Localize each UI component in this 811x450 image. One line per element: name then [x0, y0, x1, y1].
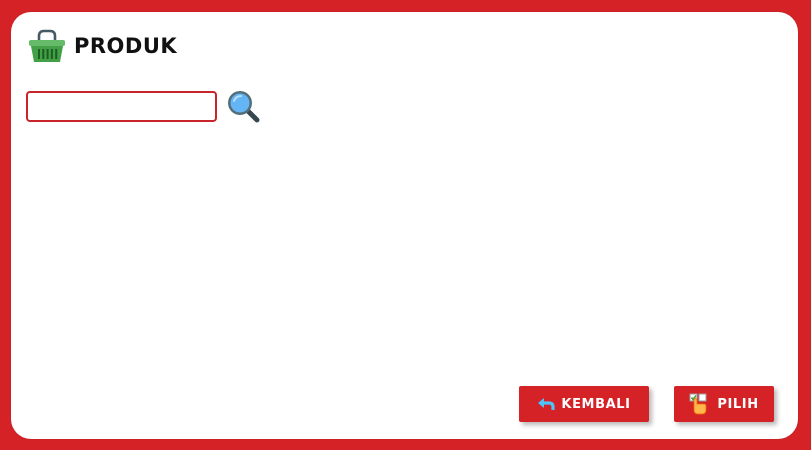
- magnifier-icon[interactable]: [226, 89, 260, 123]
- page-title: PRODUK: [74, 34, 178, 58]
- back-button-label: KEMBALI: [561, 396, 631, 412]
- select-button[interactable]: PILIH: [674, 386, 774, 422]
- select-button-label: PILIH: [717, 396, 759, 412]
- hand-pointer-icon: [689, 393, 707, 415]
- main-panel: PRODUK KEMBALI PILIH: [11, 12, 798, 439]
- back-button[interactable]: KEMBALI: [519, 386, 649, 422]
- search-input[interactable]: [26, 90, 217, 122]
- search-bar: [26, 89, 260, 123]
- return-arrow-icon: [538, 398, 556, 410]
- page-header: PRODUK: [28, 28, 177, 64]
- basket-icon: [29, 29, 65, 62]
